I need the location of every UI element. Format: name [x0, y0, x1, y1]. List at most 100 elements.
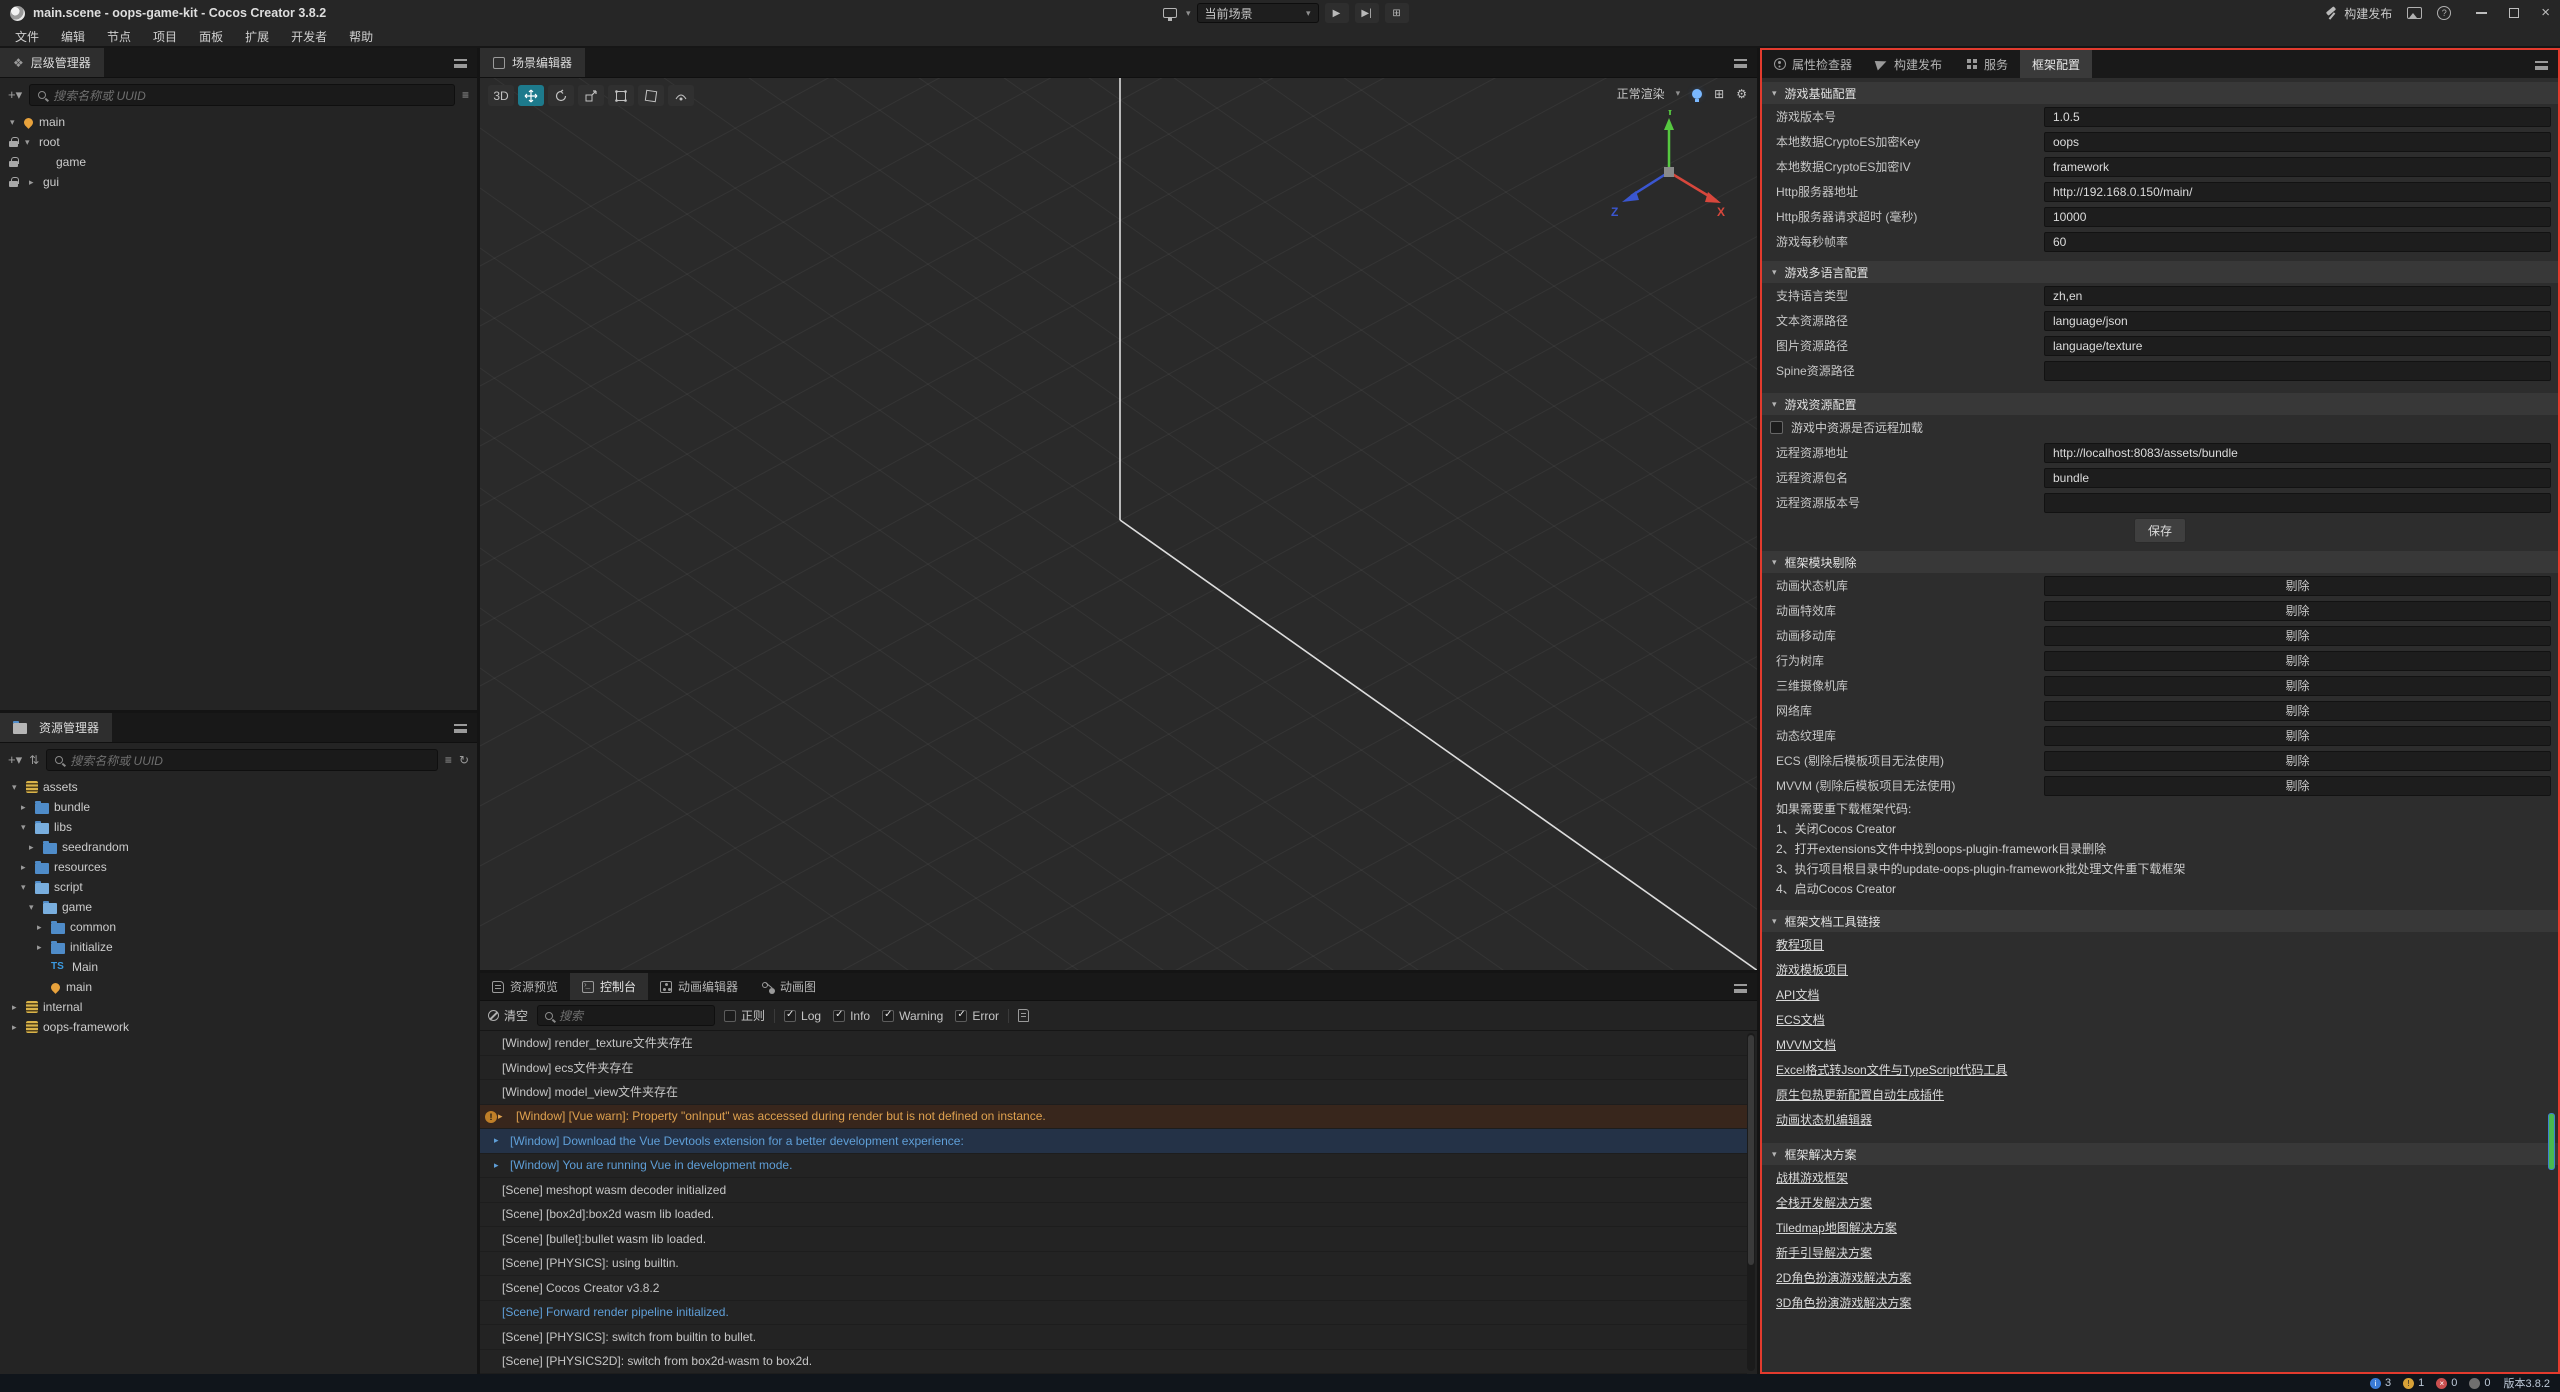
menu-item[interactable]: 编辑 — [50, 28, 96, 45]
lock-icon[interactable] — [9, 157, 18, 167]
console-menu-icon[interactable] — [1734, 980, 1747, 996]
solution-link[interactable]: 新手引导解决方案 — [1776, 1244, 1872, 1261]
move-tool-button[interactable] — [518, 85, 544, 106]
remove-module-button[interactable]: 剔除 — [2044, 701, 2551, 721]
asset-tree-row[interactable]: main — [0, 977, 477, 997]
menu-item[interactable]: 帮助 — [338, 28, 384, 45]
remove-module-button[interactable]: 剔除 — [2044, 601, 2551, 621]
expand-arrow-icon[interactable]: ▾ — [25, 137, 39, 148]
save-button[interactable]: 保存 — [2134, 518, 2186, 543]
console-search-input[interactable]: 搜索 — [537, 1005, 715, 1026]
expand-arrow-icon[interactable]: ▾ — [10, 117, 24, 128]
log-filter-toggle[interactable]: Log — [784, 1009, 821, 1023]
close-button[interactable]: × — [2541, 8, 2550, 18]
log-filter-toggle[interactable]: Warning — [882, 1009, 943, 1023]
asset-tree-row[interactable]: Main — [0, 957, 477, 977]
expand-arrow-icon[interactable]: ▸ — [29, 842, 43, 853]
hierarchy-menu-icon[interactable] — [454, 55, 467, 71]
field-input[interactable]: 10000 — [2044, 207, 2551, 227]
tab-property-inspector[interactable]: 属性检查器 — [1762, 50, 1864, 78]
add-node-button[interactable]: +▾ — [8, 87, 22, 103]
filter-checkbox[interactable] — [882, 1010, 894, 1022]
solution-link[interactable]: 战棋游戏框架 — [1776, 1169, 1848, 1186]
clear-console-button[interactable]: 清空 — [488, 1007, 528, 1024]
console-log-row[interactable]: [Scene] Cocos Creator v3.8.2 — [480, 1276, 1747, 1301]
section-module-trim[interactable]: ▾ 框架模块剔除 — [1762, 551, 2558, 573]
field-input[interactable]: 60 — [2044, 232, 2551, 252]
refresh-icon[interactable]: ↻ — [459, 753, 469, 767]
log-filter-toggle[interactable]: Info — [833, 1009, 870, 1023]
remove-module-button[interactable]: 剔除 — [2044, 776, 2551, 796]
hierarchy-tree-row[interactable]: ▾ main — [0, 112, 477, 132]
hierarchy-tree-row[interactable]: ▸ gui — [0, 172, 477, 192]
menu-item[interactable]: 面板 — [188, 28, 234, 45]
asset-tree-row[interactable]: ▸ bundle — [0, 797, 477, 817]
console-log-row[interactable]: [Window] model_view文件夹存在 — [480, 1080, 1747, 1105]
asset-tree-row[interactable]: ▾ game — [0, 897, 477, 917]
field-input[interactable] — [2044, 493, 2551, 513]
console-log-row[interactable]: [Window] render_texture文件夹存在 — [480, 1031, 1747, 1056]
asset-tree-row[interactable]: ▸ internal — [0, 997, 477, 1017]
field-input[interactable]: http://localhost:8083/assets/bundle — [2044, 443, 2551, 463]
hierarchy-tab[interactable]: ❖ 层级管理器 — [0, 48, 104, 77]
scrollbar-thumb[interactable] — [1748, 1035, 1754, 1265]
console-log-row[interactable]: [Scene] [bullet]:bullet wasm lib loaded. — [480, 1227, 1747, 1252]
asset-tree-row[interactable]: ▸ initialize — [0, 937, 477, 957]
expand-arrow-icon[interactable]: ▾ — [12, 782, 26, 793]
tab-asset-preview[interactable]: 资源预览 — [480, 973, 570, 1000]
layout-button[interactable]: ⊞ — [1385, 3, 1409, 23]
remove-module-button[interactable]: 剔除 — [2044, 626, 2551, 646]
asset-tree-row[interactable]: ▾ libs — [0, 817, 477, 837]
expand-arrow-icon[interactable]: ▾ — [29, 902, 43, 913]
hierarchy-tree-row[interactable]: game — [0, 152, 477, 172]
expand-arrow-icon[interactable]: ▾ — [21, 882, 35, 893]
console-log-row[interactable]: [Scene] meshopt wasm decoder initialized — [480, 1178, 1747, 1203]
screenshot-icon[interactable] — [2407, 7, 2422, 19]
lock-icon[interactable] — [9, 137, 18, 147]
pivot-toggle-button[interactable] — [668, 85, 694, 106]
render-mode-select[interactable]: 正常渲染 ▾ — [1617, 85, 1681, 102]
doc-link[interactable]: 教程项目 — [1776, 936, 1824, 953]
console-log-row[interactable]: [Scene] [PHYSICS]: switch from builtin t… — [480, 1325, 1747, 1350]
solution-link[interactable]: Tiledmap地图解决方案 — [1776, 1219, 1897, 1236]
lighting-toggle-icon[interactable] — [1692, 89, 1702, 99]
add-asset-button[interactable]: +▾ — [8, 752, 22, 768]
doc-link[interactable]: API文档 — [1776, 986, 1819, 1003]
assets-filter-icon[interactable]: ≡ — [445, 753, 452, 767]
expand-arrow-icon[interactable]: ▸ — [21, 862, 35, 873]
field-input[interactable]: 1.0.5 — [2044, 107, 2551, 127]
menu-item[interactable]: 项目 — [142, 28, 188, 45]
remove-module-button[interactable]: 剔除 — [2044, 726, 2551, 746]
remove-module-button[interactable]: 剔除 — [2044, 751, 2551, 771]
menu-item[interactable]: 开发者 — [280, 28, 338, 45]
menu-item[interactable]: 节点 — [96, 28, 142, 45]
regex-checkbox[interactable] — [724, 1010, 736, 1022]
field-input[interactable]: zh,en — [2044, 286, 2551, 306]
expand-arrow-icon[interactable]: ▸ — [498, 1111, 503, 1122]
doc-link[interactable]: 原生包热更新配置自动生成插件 — [1776, 1086, 1944, 1103]
doc-link[interactable]: Excel格式转Json文件与TypeScript代码工具 — [1776, 1061, 2007, 1078]
console-log-row[interactable]: [Scene] [PHYSICS]: using builtin. — [480, 1252, 1747, 1277]
section-basic-config[interactable]: ▾ 游戏基础配置 — [1762, 82, 2558, 104]
log-filter-toggle[interactable]: Error — [955, 1009, 999, 1023]
preview-device-button[interactable]: ▾ — [1163, 8, 1191, 19]
expand-arrow-icon[interactable]: ▸ — [12, 1002, 26, 1013]
expand-arrow-icon[interactable]: ▸ — [29, 177, 43, 188]
console-log-row[interactable]: ▸ [Window] Download the Vue Devtools ext… — [480, 1129, 1747, 1154]
regex-toggle[interactable]: 正则 — [724, 1007, 765, 1024]
transform-tool-button[interactable] — [638, 85, 664, 106]
filter-checkbox[interactable] — [955, 1010, 967, 1022]
grid-toggle-icon[interactable]: ⊞ — [1714, 87, 1724, 101]
section-doc-links[interactable]: ▾ 框架文档工具链接 — [1762, 910, 2558, 932]
field-input[interactable]: bundle — [2044, 468, 2551, 488]
expand-arrow-icon[interactable]: ▸ — [494, 1160, 499, 1171]
status-counter[interactable]: ! 1 — [2403, 1377, 2424, 1389]
assets-menu-icon[interactable] — [454, 720, 467, 736]
hierarchy-filter-icon[interactable]: ≡ — [462, 88, 469, 102]
console-log-row[interactable]: ▸ [Window] You are running Vue in develo… — [480, 1154, 1747, 1179]
scene-viewport-grid[interactable] — [480, 78, 1757, 970]
console-scrollbar[interactable] — [1747, 1033, 1755, 1371]
hierarchy-tree-row[interactable]: ▾ root — [0, 132, 477, 152]
scene-settings-gear-icon[interactable]: ⚙ — [1736, 87, 1747, 101]
panel-scrollbar-thumb[interactable] — [2548, 1113, 2555, 1170]
